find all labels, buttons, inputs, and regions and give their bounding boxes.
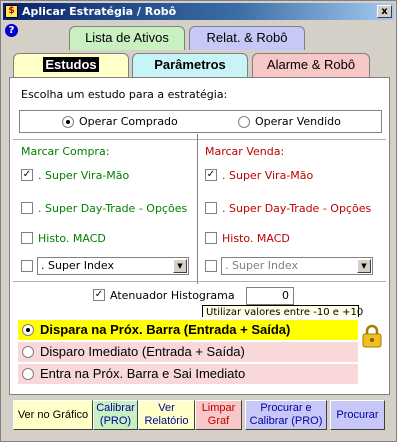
operar-comprado-label[interactable]: Operar Comprado: [79, 115, 178, 128]
entry-mode-group: Dispara na Próx. Barra (Entrada + Saída)…: [15, 317, 384, 387]
sell-super-day-trade-label[interactable]: . Super Day-Trade - Opções: [222, 202, 371, 215]
mode-imediato[interactable]: Disparo Imediato (Entrada + Saída): [18, 342, 358, 362]
atenuador-label[interactable]: Atenuador Histograma: [110, 289, 235, 302]
mode-entra-proxima-label: Entra na Próx. Barra e Sai Imediato: [40, 366, 246, 381]
procurar-calibrar-button[interactable]: Procurar e Calibrar (PRO): [245, 400, 327, 430]
tab-relat-robo[interactable]: Relat. & Robô: [189, 26, 305, 50]
limpar-line1: Limpar: [201, 402, 236, 414]
chevron-down-icon[interactable]: ▼: [173, 259, 187, 273]
buy-super-day-trade-checkbox[interactable]: [21, 202, 33, 214]
mode-proxima-barra-radio[interactable]: [22, 324, 34, 336]
buy-super-index-checkbox[interactable]: [21, 260, 33, 272]
buy-header: Marcar Compra:: [21, 145, 110, 158]
buy-study-select-value: . Super Index: [41, 259, 114, 272]
atenuador-checkbox[interactable]: ✓: [93, 289, 105, 301]
procurar-button[interactable]: Procurar: [330, 400, 385, 430]
ver-relatorio-line2: Relatório: [144, 415, 189, 427]
ver-relatorio-line1: Ver: [158, 402, 175, 414]
close-button[interactable]: x: [377, 5, 392, 18]
operar-vendido-label[interactable]: Operar Vendido: [255, 115, 341, 128]
sell-study-select[interactable]: . Super Index ▼: [221, 257, 373, 275]
sell-header: Marcar Venda:: [205, 145, 285, 158]
help-icon[interactable]: ?: [5, 24, 18, 37]
mode-entra-proxima-sai-imediato[interactable]: Entra na Próx. Barra e Sai Imediato: [18, 364, 358, 384]
tab-estudos[interactable]: Estudos: [13, 53, 129, 77]
tab-alarme-robo[interactable]: Alarme & Robô: [252, 53, 370, 77]
mode-proxima-barra[interactable]: Dispara na Próx. Barra (Entrada + Saída): [18, 320, 358, 340]
sell-histo-macd-checkbox[interactable]: [205, 232, 217, 244]
app-icon: $: [5, 5, 18, 18]
mode-imediato-radio[interactable]: [22, 346, 34, 358]
window-title: Aplicar Estratégia / Robô: [22, 5, 177, 18]
tab-parametros[interactable]: Parâmetros: [132, 53, 248, 77]
divider: [13, 281, 386, 282]
limpar-graf-button[interactable]: Limpar Graf: [195, 400, 242, 430]
atenuador-input[interactable]: 0: [246, 287, 294, 305]
sell-super-index-checkbox[interactable]: [205, 260, 217, 272]
operar-vendido-radio[interactable]: [238, 116, 250, 128]
buy-super-day-trade-label[interactable]: . Super Day-Trade - Opções: [38, 202, 187, 215]
calibrar-button[interactable]: Calibrar (PRO): [93, 400, 138, 430]
ver-no-grafico-button[interactable]: Ver no Gráfico: [13, 400, 93, 430]
tab-lista-de-ativos[interactable]: Lista de Ativos: [69, 26, 185, 50]
buy-super-vira-mao-label[interactable]: . Super Vira-Mão: [38, 169, 129, 182]
mode-proxima-barra-label: Dispara na Próx. Barra (Entrada + Saída): [40, 322, 291, 337]
buy-study-select[interactable]: . Super Index ▼: [37, 257, 189, 275]
sell-super-day-trade-checkbox[interactable]: [205, 202, 217, 214]
sell-super-vira-mao-checkbox[interactable]: ✓: [205, 169, 217, 181]
buy-histo-macd-checkbox[interactable]: [21, 232, 33, 244]
procurar-cal-line2: Calibrar (PRO): [249, 415, 323, 427]
strategy-dialog: $ Aplicar Estratégia / Robô x ? Lista de…: [0, 0, 397, 442]
strategy-prompt: Escolha um estudo para a estratégia:: [21, 88, 228, 101]
ver-relatorio-button[interactable]: Ver Relatório: [138, 400, 195, 430]
sell-histo-macd-label[interactable]: Histo. MACD: [222, 232, 290, 245]
tab-estudos-label: Estudos: [43, 57, 99, 72]
mode-imediato-label: Disparo Imediato (Entrada + Saída): [40, 344, 245, 359]
sell-super-vira-mao-label[interactable]: . Super Vira-Mão: [222, 169, 313, 182]
column-divider: [197, 134, 198, 284]
buy-histo-macd-label[interactable]: Histo. MACD: [38, 232, 106, 245]
divider: [13, 139, 386, 140]
title-bar: $ Aplicar Estratégia / Robô x: [3, 3, 394, 20]
procurar-cal-line1: Procurar e: [260, 402, 312, 414]
sell-study-select-value: . Super Index: [225, 259, 298, 272]
limpar-line2: Graf: [207, 415, 230, 427]
buy-super-vira-mao-checkbox[interactable]: ✓: [21, 169, 33, 181]
mode-entra-proxima-radio[interactable]: [22, 368, 34, 380]
chevron-down-icon[interactable]: ▼: [357, 259, 371, 273]
lock-icon: [362, 324, 382, 348]
operar-comprado-radio[interactable]: [62, 116, 74, 128]
calibrar-line2: (PRO): [99, 415, 132, 427]
calibrar-line1: Calibrar: [96, 402, 135, 414]
